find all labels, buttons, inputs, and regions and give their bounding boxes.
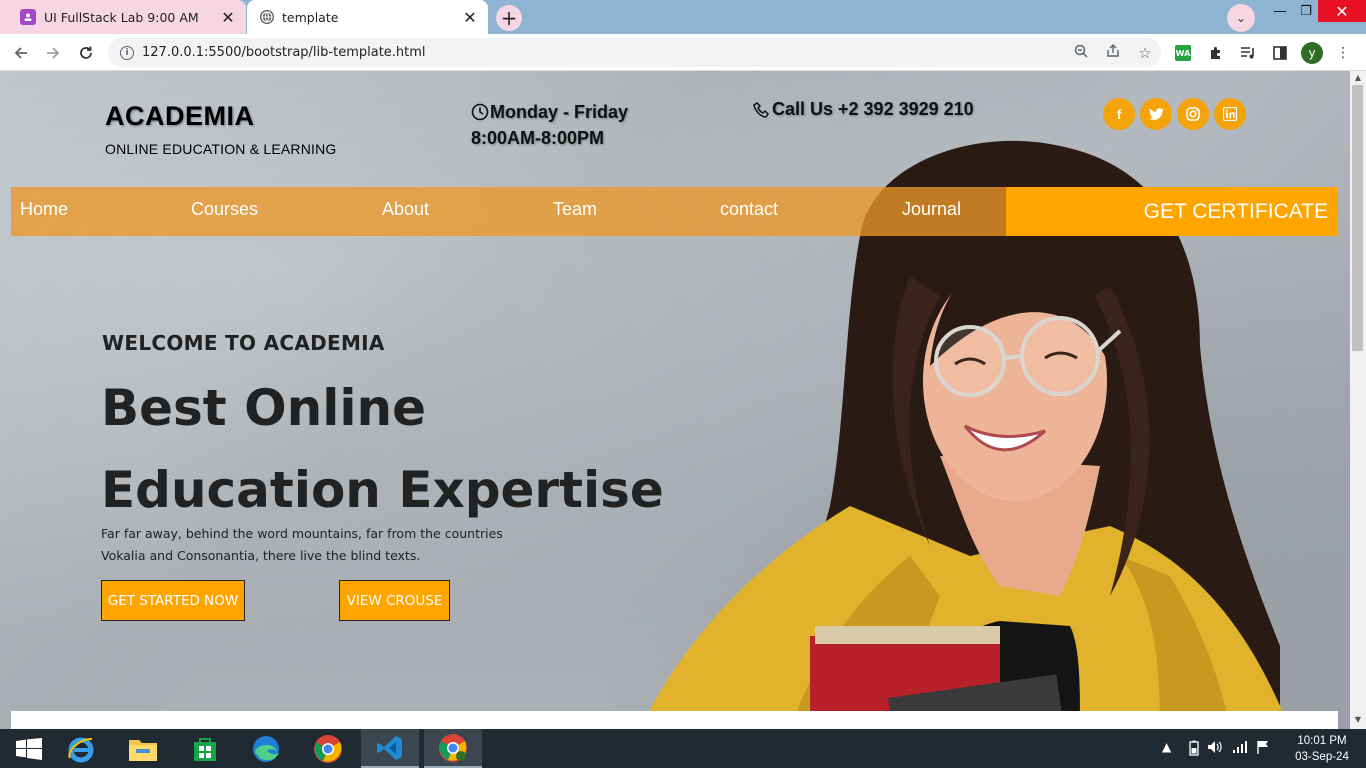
network-icon[interactable]: [1232, 740, 1248, 757]
nav-team-link[interactable]: Team: [553, 199, 597, 220]
nav-home-link[interactable]: Home: [20, 199, 68, 220]
internet-explorer-icon[interactable]: [52, 729, 110, 768]
side-panel-icon[interactable]: [1270, 43, 1290, 63]
opening-hours: Monday - Friday 8:00AM-8:00PM: [471, 99, 628, 151]
tab-title: UI FullStack Lab 9:00 AM: [44, 9, 199, 25]
scroll-thumb[interactable]: [1352, 85, 1363, 351]
tab-ui-fullstack-lab[interactable]: UI FullStack Lab 9:00 AM ✕: [0, 0, 246, 34]
main-navbar: Home Courses About Team contact Journal: [11, 187, 1006, 236]
site-info-icon[interactable]: i: [120, 45, 134, 60]
hours-days: Monday - Friday: [490, 102, 629, 122]
chrome-profile-icon[interactable]: [424, 729, 482, 768]
nav-courses-link[interactable]: Courses: [191, 199, 258, 220]
reload-icon[interactable]: [73, 40, 99, 66]
tab-title: template: [282, 9, 339, 25]
view-course-button[interactable]: VIEW CROUSE: [339, 580, 450, 621]
facebook-icon[interactable]: f: [1103, 98, 1135, 130]
nav-about-link[interactable]: About: [382, 199, 429, 220]
microsoft-store-icon[interactable]: [176, 729, 234, 768]
zoom-icon[interactable]: [1065, 44, 1097, 62]
battery-icon[interactable]: [1189, 740, 1199, 759]
windows-taskbar: ▲ 10:01 PM 03-Sep-24: [0, 729, 1366, 768]
brand-tagline: ONLINE EDUCATION & LEARNING: [105, 141, 337, 157]
browser-menu-icon[interactable]: ⋮: [1333, 43, 1353, 63]
tab-close-icon[interactable]: ✕: [458, 8, 482, 27]
back-arrow-icon[interactable]: [8, 40, 34, 66]
share-icon[interactable]: [1097, 43, 1129, 62]
whatsapp-extension-icon[interactable]: WA: [1175, 45, 1191, 61]
file-explorer-icon[interactable]: [114, 729, 172, 768]
chrome-icon[interactable]: [299, 729, 357, 768]
action-center-flag-icon[interactable]: [1256, 740, 1270, 757]
url-text[interactable]: 127.0.0.1:5500/bootstrap/lib-template.ht…: [142, 45, 1065, 60]
linkedin-icon[interactable]: [1214, 98, 1246, 130]
clock-icon: [471, 103, 489, 121]
volume-icon[interactable]: [1207, 740, 1223, 757]
hero-lead-line-1: Far far away, behind the word mountains,…: [101, 526, 503, 541]
next-section-edge: [11, 711, 1338, 729]
windows-start-icon[interactable]: [0, 729, 58, 768]
brand-logo-title[interactable]: ACADEMIA: [105, 101, 255, 132]
classroom-favicon-icon: [20, 9, 36, 25]
edge-icon[interactable]: [237, 729, 295, 768]
extensions-puzzle-icon[interactable]: [1206, 43, 1226, 63]
instagram-icon[interactable]: [1177, 98, 1209, 130]
scroll-down-arrow-icon[interactable]: ▼: [1350, 715, 1366, 727]
bookmark-star-icon[interactable]: ☆: [1129, 44, 1161, 62]
tray-overflow-chevron-icon[interactable]: ▲: [1162, 740, 1171, 754]
scroll-up-arrow-icon[interactable]: ▲: [1350, 73, 1366, 85]
hero-title: Best Online Education Expertise: [101, 379, 664, 519]
window-close-button[interactable]: ✕: [1318, 0, 1366, 22]
vscode-icon[interactable]: [361, 729, 419, 768]
forward-arrow-icon[interactable]: [40, 40, 66, 66]
nav-contact-link[interactable]: contact: [720, 199, 778, 220]
media-control-icon[interactable]: [1238, 43, 1258, 63]
get-started-button[interactable]: GET STARTED NOW: [101, 580, 245, 621]
system-clock[interactable]: 10:01 PM 03-Sep-24: [1290, 733, 1354, 765]
clock-time: 10:01 PM: [1297, 735, 1347, 747]
hero-lead-line-2: Vokalia and Consonantia, there live the …: [101, 548, 421, 563]
page-viewport: ACADEMIA ONLINE EDUCATION & LEARNING Mon…: [0, 71, 1350, 729]
get-certificate-button[interactable]: GET CERTIFICATE: [1006, 187, 1338, 236]
browser-tab-strip: UI FullStack Lab 9:00 AM ✕ template ✕ + …: [0, 0, 1366, 34]
profile-avatar[interactable]: y: [1301, 42, 1323, 64]
address-bar[interactable]: i 127.0.0.1:5500/bootstrap/lib-template.…: [108, 38, 1161, 67]
hours-time: 8:00AM-8:00PM: [471, 128, 605, 148]
clock-date: 03-Sep-24: [1295, 751, 1349, 763]
new-tab-button[interactable]: +: [496, 5, 522, 31]
tab-close-icon[interactable]: ✕: [216, 8, 240, 27]
page-scrollbar[interactable]: ▲ ▼: [1350, 71, 1366, 729]
nav-journal-link[interactable]: Journal: [902, 199, 961, 220]
phone-icon: [753, 101, 771, 119]
tab-search-chevron-down-icon[interactable]: ⌄: [1227, 4, 1255, 32]
social-links: f: [1103, 98, 1246, 130]
hero-kicker: WELCOME TO ACADEMIA: [102, 331, 385, 355]
twitter-icon[interactable]: [1140, 98, 1172, 130]
phone-contact: Call Us +2 392 3929 210: [753, 99, 974, 120]
browser-toolbar: i 127.0.0.1:5500/bootstrap/lib-template.…: [0, 34, 1366, 71]
tab-template[interactable]: template ✕: [247, 0, 488, 34]
phone-text: Call Us +2 392 3929 210: [772, 99, 974, 119]
globe-icon: [260, 10, 274, 24]
hero-lead: Far far away, behind the word mountains,…: [101, 523, 521, 567]
